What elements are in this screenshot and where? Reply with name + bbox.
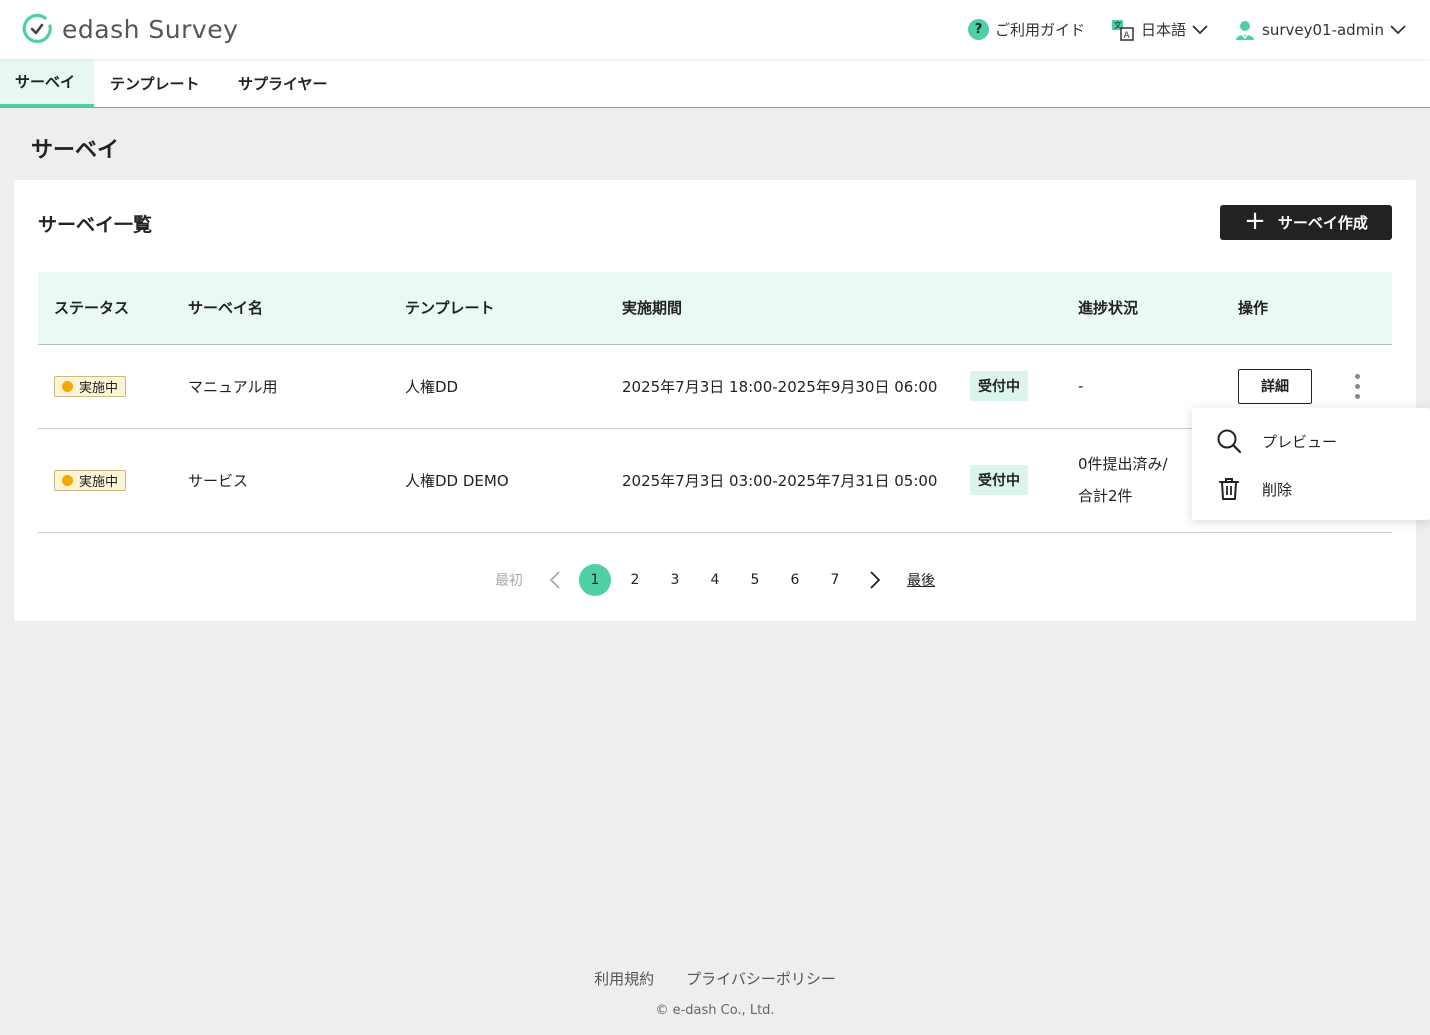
survey-table: ステータス サーベイ名 テンプレート 実施期間 進捗状況 操作 実施中 マニュア… (38, 272, 1392, 533)
pagination-prev[interactable] (535, 564, 575, 596)
header-period: 実施期間 (622, 272, 970, 345)
header-actions: ? ご利用ガイド 文 A 日本語 survey01-admin (967, 0, 1406, 59)
language-label: 日本語 (1141, 21, 1187, 39)
chevron-down-icon (1192, 24, 1208, 34)
user-menu[interactable]: survey01-admin (1234, 19, 1406, 41)
tab-template[interactable]: テンプレート (95, 59, 215, 107)
copyright: © e-dash Co., Ltd. (655, 1003, 775, 1018)
logo-text-main: edash (62, 14, 140, 44)
status-badge: 実施中 (54, 469, 127, 491)
survey-list-card: サーベイ一覧 + サーベイ作成 ステータス サーベイ名 テンプレート 実施期間 … (14, 180, 1416, 621)
search-icon (1217, 429, 1242, 454)
trash-icon (1219, 478, 1239, 500)
plus-icon: + (1244, 206, 1266, 236)
reception-badge: 受付中 (970, 371, 1028, 401)
tab-supplier[interactable]: サプライヤー (223, 59, 343, 107)
status-cell: 実施中 (38, 428, 188, 533)
reception-badge: 受付中 (970, 465, 1028, 495)
guide-link[interactable]: ? ご利用ガイド (967, 19, 1085, 40)
reception-cell: 受付中 (970, 428, 1078, 533)
status-text: 実施中 (79, 380, 119, 396)
menu-item-delete[interactable]: 削除 (1216, 476, 1292, 502)
status-text: 実施中 (79, 474, 119, 490)
user-name: survey01-admin (1262, 20, 1384, 39)
top-header: edash Survey ? ご利用ガイド 文 A 日本語 survey01-a… (0, 0, 1430, 59)
chevron-left-icon (550, 571, 560, 589)
svg-text:A: A (1124, 31, 1131, 41)
template-name: 人権DD DEMO (405, 428, 622, 533)
pagination-page-6[interactable]: 6 (775, 564, 815, 596)
menu-preview-label: プレビュー (1262, 432, 1338, 451)
period: 2025年7月3日 03:00-2025年7月31日 05:00 (622, 428, 970, 533)
pagination-page-5[interactable]: 5 (735, 564, 775, 596)
pagination-next[interactable] (855, 564, 895, 596)
pagination: 最初 1 2 3 4 5 6 7 最後 (14, 564, 1416, 596)
card-title: サーベイ一覧 (38, 214, 153, 236)
logo[interactable]: edash Survey (20, 12, 238, 46)
main-tabs: サーベイ テンプレート サプライヤー (0, 59, 1430, 108)
pagination-first[interactable]: 最初 (491, 564, 527, 596)
table-header-row: ステータス サーベイ名 テンプレート 実施期間 進捗状況 操作 (38, 272, 1392, 345)
pagination-page-2[interactable]: 2 (615, 564, 655, 596)
header-name: サーベイ名 (188, 272, 405, 345)
header-actions: 操作 (1238, 272, 1392, 345)
header-progress: 進捗状況 (1078, 272, 1238, 345)
pagination-page-7[interactable]: 7 (815, 564, 855, 596)
footer-links: 利用規約 プライバシーポリシー (0, 968, 1430, 989)
detail-button[interactable]: 詳細 (1238, 368, 1312, 404)
status-dot-icon (62, 380, 73, 392)
terms-link[interactable]: 利用規約 (594, 968, 654, 989)
help-icon: ? (967, 19, 989, 40)
pagination-page-1[interactable]: 1 (575, 564, 615, 596)
create-survey-button[interactable]: + サーベイ作成 (1220, 205, 1392, 240)
pagination-page-4[interactable]: 4 (695, 564, 735, 596)
chevron-down-icon (1390, 24, 1406, 34)
logo-text-sub: Survey (148, 14, 239, 44)
logo-check-icon (22, 13, 52, 43)
status-cell: 実施中 (38, 344, 188, 429)
status-dot-icon (62, 474, 73, 486)
table-row[interactable]: 実施中 マニュアル用 人権DD 2025年7月3日 18:00-2025年9月3… (38, 344, 1392, 429)
survey-name: サービス (188, 428, 405, 533)
create-survey-label: サーベイ作成 (1277, 214, 1368, 232)
privacy-link[interactable]: プライバシーポリシー (686, 968, 836, 989)
more-options-icon[interactable] (1351, 372, 1364, 401)
pagination-page-3[interactable]: 3 (655, 564, 695, 596)
user-icon (1236, 20, 1255, 40)
menu-item-preview[interactable]: プレビュー (1216, 428, 1337, 454)
translate-icon: 文 A (1112, 19, 1134, 41)
reception-cell: 受付中 (970, 344, 1078, 429)
language-selector[interactable]: 文 A 日本語 (1111, 18, 1208, 42)
header-template: テンプレート (405, 272, 622, 345)
period: 2025年7月3日 18:00-2025年9月30日 06:00 (622, 344, 970, 429)
row-options-menu: プレビュー 削除 (1192, 408, 1430, 520)
table-row[interactable]: 実施中 サービス 人権DD DEMO 2025年7月3日 03:00-2025年… (38, 428, 1392, 533)
logo-text: edash Survey (62, 15, 238, 44)
guide-label: ご利用ガイド (994, 21, 1085, 39)
template-name: 人権DD (405, 344, 622, 429)
survey-name: マニュアル用 (188, 344, 405, 429)
menu-delete-label: 削除 (1262, 480, 1293, 499)
pagination-last[interactable]: 最後 (903, 564, 939, 596)
status-badge: 実施中 (54, 375, 127, 397)
tab-survey[interactable]: サーベイ (0, 59, 94, 107)
header-status: ステータス (38, 272, 188, 345)
page-title: サーベイ (31, 138, 120, 163)
page-number: 1 (579, 564, 611, 596)
header-reception (970, 272, 1078, 345)
chevron-right-icon (870, 571, 880, 589)
